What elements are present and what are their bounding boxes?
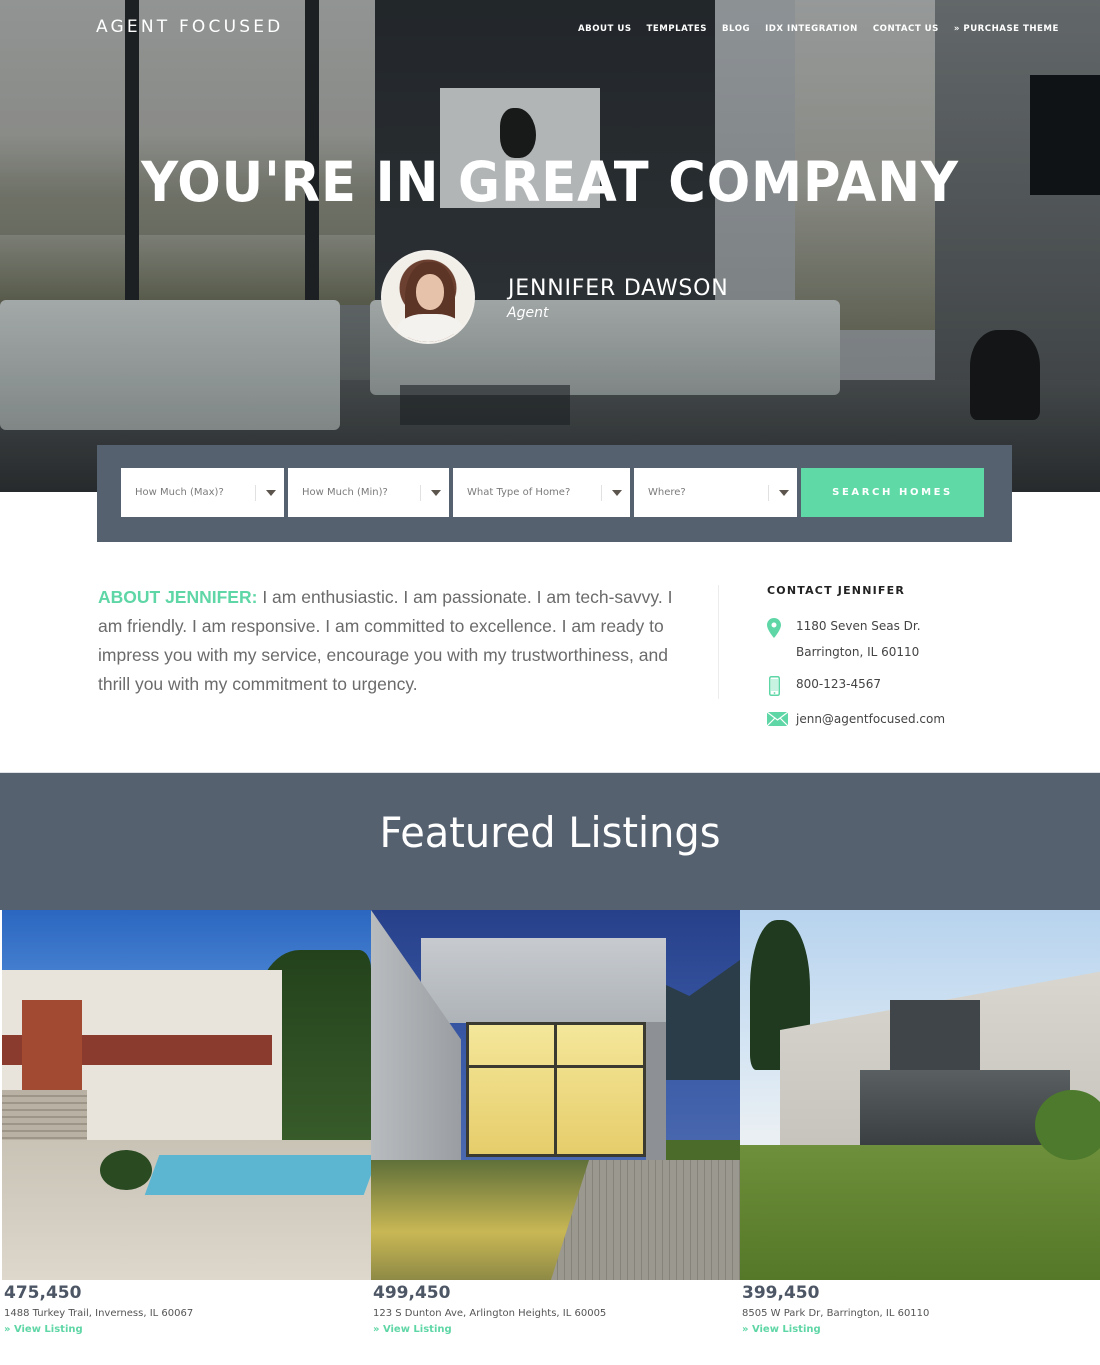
- listing-price: 399,450: [742, 1283, 820, 1303]
- featured-listings-header: Featured Listings: [0, 772, 1100, 910]
- nav-purchase-theme[interactable]: » PURCHASE THEME: [954, 24, 1059, 34]
- nav-idx-integration[interactable]: IDX INTEGRATION: [765, 24, 858, 34]
- listing-address: 8505 W Park Dr, Barrington, IL 60110: [742, 1308, 930, 1319]
- listing-photo[interactable]: [740, 910, 1100, 1280]
- chevron-down-icon: [266, 489, 276, 496]
- about-agent: ABOUT JENNIFER: I am enthusiastic. I am …: [98, 583, 698, 699]
- contact-title: CONTACT JENNIFER: [767, 584, 906, 597]
- agent-avatar: [381, 250, 475, 344]
- chevron-down-icon: [431, 489, 441, 496]
- view-listing-link[interactable]: » View Listing: [373, 1324, 452, 1335]
- site-logo[interactable]: AGENT FOCUSED: [96, 17, 283, 37]
- agent-name: JENNIFER DAWSON: [508, 276, 729, 301]
- email-link[interactable]: jenn@agentfocused.com: [796, 712, 945, 726]
- listing-photo[interactable]: [2, 910, 371, 1280]
- agent-role: Agent: [507, 305, 549, 321]
- address-line-1: 1180 Seven Seas Dr.: [796, 619, 921, 633]
- hero-title: YOU'RE IN GREAT COMPANY: [141, 150, 959, 214]
- view-listing-link[interactable]: » View Listing: [4, 1324, 83, 1335]
- listing-address: 1488 Turkey Trail, Inverness, IL 60067: [4, 1308, 194, 1319]
- map-pin-icon: [767, 618, 781, 638]
- select-placeholder: Where?: [648, 487, 686, 498]
- listing-card: 475,450 1488 Turkey Trail, Inverness, IL…: [2, 910, 371, 1365]
- home-type-select[interactable]: What Type of Home?: [453, 468, 630, 517]
- min-price-select[interactable]: How Much (Min)?: [288, 468, 449, 517]
- hero-banner: [0, 0, 1100, 492]
- nav-contact-us[interactable]: CONTACT US: [873, 24, 939, 34]
- about-lead: ABOUT JENNIFER:: [98, 587, 258, 607]
- listing-price: 475,450: [4, 1283, 82, 1303]
- chevron-down-icon: [779, 489, 789, 496]
- featured-listings-title: Featured Listings: [379, 808, 721, 857]
- max-price-select[interactable]: How Much (Max)?: [121, 468, 284, 517]
- nav-blog[interactable]: BLOG: [722, 24, 750, 34]
- envelope-icon: [767, 712, 788, 726]
- select-placeholder: What Type of Home?: [467, 487, 571, 498]
- phone-link[interactable]: 800-123-4567: [796, 677, 881, 691]
- listing-address: 123 S Dunton Ave, Arlington Heights, IL …: [373, 1308, 607, 1319]
- address-line-2: Barrington, IL 60110: [796, 645, 920, 659]
- listing-card: 499,450 123 S Dunton Ave, Arlington Heig…: [371, 910, 740, 1365]
- main-nav: ABOUT US TEMPLATES BLOG IDX INTEGRATION …: [578, 24, 1059, 34]
- select-placeholder: How Much (Max)?: [135, 487, 224, 498]
- listing-price: 499,450: [373, 1283, 451, 1303]
- view-listing-link[interactable]: » View Listing: [742, 1324, 821, 1335]
- home-search-panel: How Much (Max)? How Much (Min)? What Typ…: [97, 445, 1012, 542]
- listing-card: 399,450 8505 W Park Dr, Barrington, IL 6…: [740, 910, 1100, 1365]
- listing-photo[interactable]: [371, 910, 740, 1280]
- select-placeholder: How Much (Min)?: [302, 487, 388, 498]
- location-select[interactable]: Where?: [634, 468, 797, 517]
- search-homes-button[interactable]: SEARCH HOMES: [801, 468, 984, 517]
- nav-templates[interactable]: TEMPLATES: [647, 24, 707, 34]
- chevron-down-icon: [612, 489, 622, 496]
- mobile-phone-icon: [769, 676, 780, 696]
- nav-about-us[interactable]: ABOUT US: [578, 24, 632, 34]
- section-divider: [718, 585, 719, 699]
